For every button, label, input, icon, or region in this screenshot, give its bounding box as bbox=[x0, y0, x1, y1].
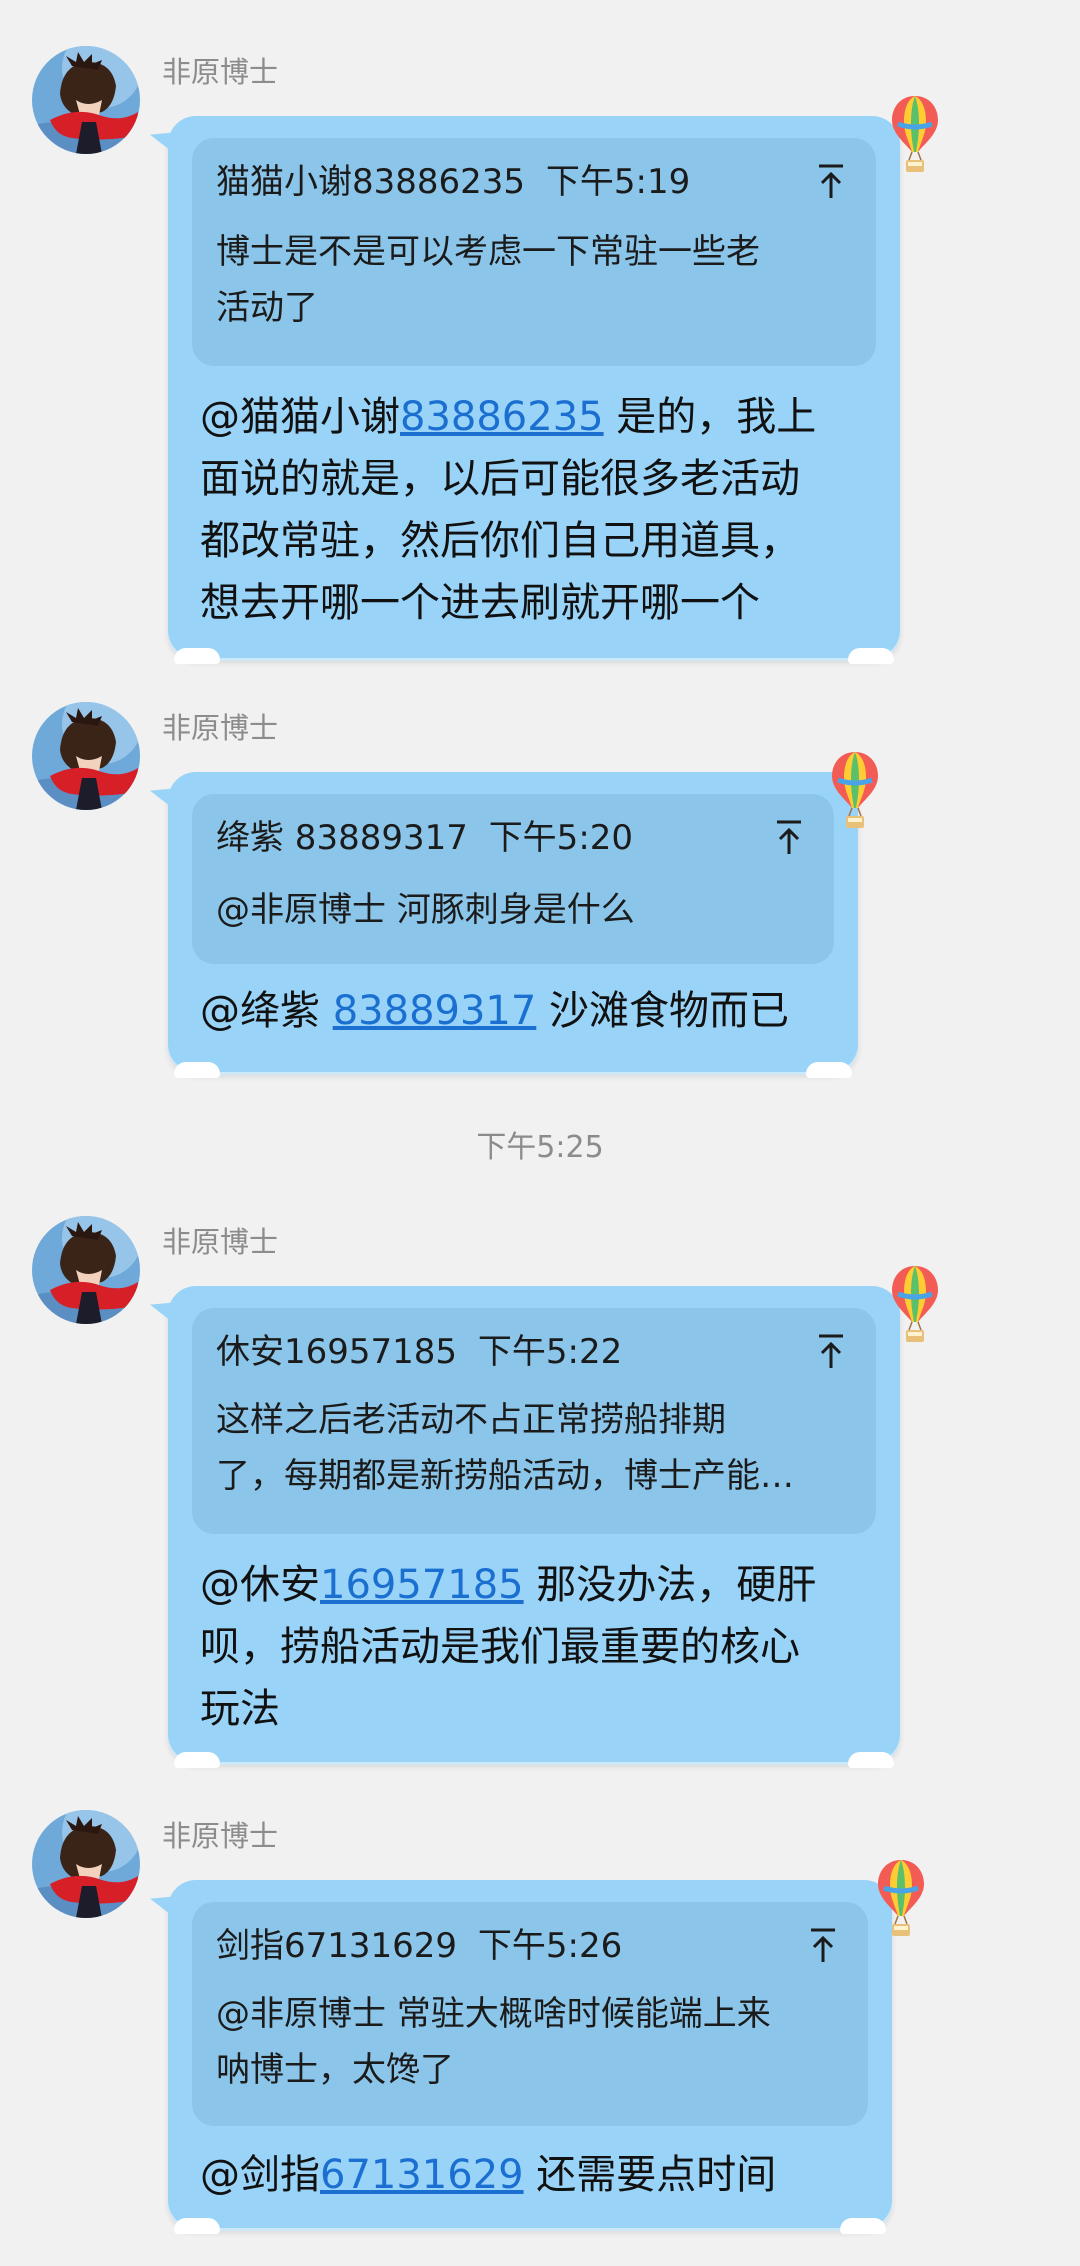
reply-line: @休安16957185 那没办法，硬肝 bbox=[200, 1554, 816, 1616]
bubble-decoration bbox=[806, 1062, 852, 1078]
bubble-decoration bbox=[174, 1062, 220, 1078]
reply-segment: 还需要点时间 bbox=[523, 2152, 777, 2198]
balloon-icon bbox=[876, 1858, 926, 1940]
reply-line: 想去开哪一个进去刷就开哪一个 bbox=[200, 580, 760, 626]
balloon-icon bbox=[890, 94, 940, 176]
quote-line: 了，每期都是新捞船活动，博士产能… bbox=[216, 1456, 794, 1496]
reply-line: 呗，捞船活动是我们最重要的核心 bbox=[200, 1624, 800, 1670]
quote-line: 呐博士，太馋了 bbox=[216, 2050, 454, 2090]
jump-to-quote-icon[interactable] bbox=[816, 1332, 846, 1372]
bubble-decoration bbox=[174, 1752, 220, 1768]
quoted-message[interactable]: 休安16957185 下午5:22 这样之后老活动不占正常捞船排期 了，每期都是… bbox=[192, 1308, 876, 1534]
sender-name[interactable]: 非原博士 bbox=[162, 1222, 278, 1262]
message-bubble[interactable]: 剑指67131629 下午5:26 @非原博士 常驻大概啥时候能端上来 呐博士，… bbox=[150, 1880, 892, 2234]
reply-line: @猫猫小谢83886235 是的，我上 bbox=[200, 386, 816, 448]
quote-line: @非原博士 河豚刺身是什么 bbox=[216, 890, 635, 930]
mention-name[interactable]: @休安 bbox=[200, 1562, 320, 1608]
quote-text: @非原博士 河豚刺身是什么 bbox=[216, 882, 635, 938]
message-bubble[interactable]: 休安16957185 下午5:22 这样之后老活动不占正常捞船排期 了，每期都是… bbox=[150, 1286, 900, 1768]
mention-name[interactable]: @绛紫 bbox=[200, 988, 333, 1034]
quote-line: 这样之后老活动不占正常捞船排期 bbox=[216, 1400, 726, 1440]
reply-text: @猫猫小谢83886235 是的，我上 面说的就是，以后可能很多老活动 都改常驻… bbox=[200, 386, 816, 634]
reply-line: @剑指67131629 还需要点时间 bbox=[200, 2144, 776, 2206]
quote-line: 活动了 bbox=[216, 288, 318, 328]
quoted-message[interactable]: 绛紫 83889317 下午5:20 @非原博士 河豚刺身是什么 bbox=[192, 794, 834, 964]
bubble-tail bbox=[150, 788, 180, 814]
sender-name[interactable]: 非原博士 bbox=[162, 708, 278, 748]
quote-header: 猫猫小谢83886235 下午5:19 bbox=[216, 160, 690, 204]
reply-segment: 沙滩食物而已 bbox=[536, 988, 790, 1034]
balloon-icon bbox=[830, 750, 880, 832]
quote-author: 猫猫小谢83886235 bbox=[216, 162, 526, 202]
bubble-decoration bbox=[174, 648, 220, 664]
quote-author: 绛紫 83889317 bbox=[216, 818, 468, 858]
reply-text: @剑指67131629 还需要点时间 bbox=[200, 2144, 776, 2206]
avatar[interactable] bbox=[32, 1216, 140, 1324]
bubble-decoration bbox=[174, 2218, 220, 2234]
quote-time: 下午5:22 bbox=[477, 1332, 623, 1372]
quote-author: 剑指67131629 bbox=[216, 1926, 458, 1966]
reply-text: @绛紫 83889317 沙滩食物而已 bbox=[200, 980, 789, 1042]
quote-header: 剑指67131629 下午5:26 bbox=[216, 1924, 622, 1968]
quote-text: @非原博士 常驻大概啥时候能端上来 呐博士，太馋了 bbox=[216, 1986, 771, 2098]
quote-line: @非原博士 常驻大概啥时候能端上来 bbox=[216, 1994, 771, 2034]
bubble-tail bbox=[150, 132, 180, 158]
avatar[interactable] bbox=[32, 1810, 140, 1918]
reply-line: @绛紫 83889317 沙滩食物而已 bbox=[200, 980, 789, 1042]
time-separator: 下午5:25 bbox=[476, 1130, 604, 1165]
mention-number-link[interactable]: 67131629 bbox=[320, 2152, 524, 2198]
jump-to-quote-icon[interactable] bbox=[816, 162, 846, 202]
bubble-decoration bbox=[840, 2218, 886, 2234]
avatar-image bbox=[32, 46, 140, 154]
bubble-tail bbox=[150, 1302, 180, 1328]
quote-text: 博士是不是可以考虑一下常驻一些老 活动了 bbox=[216, 224, 760, 336]
bubble-tail bbox=[150, 1896, 180, 1922]
avatar-image bbox=[32, 1216, 140, 1324]
balloon-icon bbox=[890, 1264, 940, 1346]
quoted-message[interactable]: 剑指67131629 下午5:26 @非原博士 常驻大概啥时候能端上来 呐博士，… bbox=[192, 1902, 868, 2126]
reply-line: 都改常驻，然后你们自己用道具， bbox=[200, 518, 800, 564]
quote-time: 下午5:26 bbox=[477, 1926, 623, 1966]
quote-line: 博士是不是可以考虑一下常驻一些老 bbox=[216, 232, 760, 272]
jump-to-quote-icon[interactable] bbox=[774, 818, 804, 858]
avatar[interactable] bbox=[32, 46, 140, 154]
reply-segment: 那没办法，硬肝 bbox=[523, 1562, 817, 1608]
reply-segment: 是的，我上 bbox=[603, 394, 817, 440]
quote-time: 下午5:20 bbox=[488, 818, 634, 858]
reply-line: 面说的就是，以后可能很多老活动 bbox=[200, 456, 800, 502]
mention-number-link[interactable]: 16957185 bbox=[320, 1562, 524, 1608]
mention-number-link[interactable]: 83886235 bbox=[400, 394, 604, 440]
mention-name[interactable]: @剑指 bbox=[200, 2152, 320, 2198]
message-bubble[interactable]: 猫猫小谢83886235 下午5:19 博士是不是可以考虑一下常驻一些老 活动了… bbox=[150, 116, 900, 664]
quote-author: 休安16957185 bbox=[216, 1332, 458, 1372]
message-bubble[interactable]: 绛紫 83889317 下午5:20 @非原博士 河豚刺身是什么 @绛紫 838… bbox=[150, 772, 858, 1078]
avatar-image bbox=[32, 702, 140, 810]
avatar-image bbox=[32, 1810, 140, 1918]
reply-text: @休安16957185 那没办法，硬肝 呗，捞船活动是我们最重要的核心 玩法 bbox=[200, 1554, 816, 1740]
sender-name[interactable]: 非原博士 bbox=[162, 1816, 278, 1856]
avatar[interactable] bbox=[32, 702, 140, 810]
jump-to-quote-icon[interactable] bbox=[808, 1926, 838, 1966]
quote-text: 这样之后老活动不占正常捞船排期 了，每期都是新捞船活动，博士产能… bbox=[216, 1392, 794, 1504]
bubble-decoration bbox=[848, 648, 894, 664]
mention-name[interactable]: @猫猫小谢 bbox=[200, 394, 400, 440]
quote-time: 下午5:19 bbox=[545, 162, 691, 202]
reply-line: 玩法 bbox=[200, 1686, 280, 1732]
bubble-decoration bbox=[848, 1752, 894, 1768]
quoted-message[interactable]: 猫猫小谢83886235 下午5:19 博士是不是可以考虑一下常驻一些老 活动了 bbox=[192, 138, 876, 366]
sender-name[interactable]: 非原博士 bbox=[162, 52, 278, 92]
quote-header: 休安16957185 下午5:22 bbox=[216, 1330, 622, 1374]
mention-number-link[interactable]: 83889317 bbox=[333, 988, 537, 1034]
quote-header: 绛紫 83889317 下午5:20 bbox=[216, 816, 633, 860]
